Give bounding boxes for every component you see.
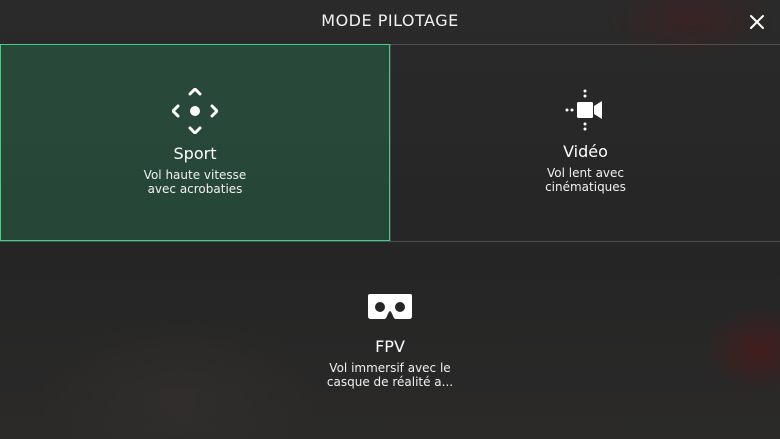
mode-name-video: Vidéo <box>563 142 608 161</box>
close-button[interactable] <box>744 9 770 35</box>
close-icon <box>750 15 764 29</box>
page-title: MODE PILOTAGE <box>321 11 459 30</box>
mode-desc-fpv: Vol immersif avec le casque de réalité a… <box>326 361 454 389</box>
header-bar: MODE PILOTAGE <box>0 0 780 44</box>
mode-card-sport[interactable]: Sport Vol haute vitesse avec acrobaties <box>0 44 390 241</box>
mode-name-fpv: FPV <box>375 337 405 356</box>
video-camera-icon <box>564 88 608 132</box>
mode-desc-sport: Vol haute vitesse avec acrobaties <box>143 168 247 196</box>
mode-card-video[interactable]: Vidéo Vol lent avec cinématiques <box>391 44 780 241</box>
mode-name-sport: Sport <box>173 144 217 163</box>
mode-card-fpv[interactable]: FPV Vol immersif avec le casque de réali… <box>195 242 585 439</box>
mode-selection-screen: MODE PILOTAGE Sport Vol haute vitesse av… <box>0 0 780 439</box>
directional-move-icon <box>172 88 218 134</box>
vr-headset-icon <box>366 292 414 322</box>
mode-desc-video: Vol lent avec cinématiques <box>545 166 626 194</box>
